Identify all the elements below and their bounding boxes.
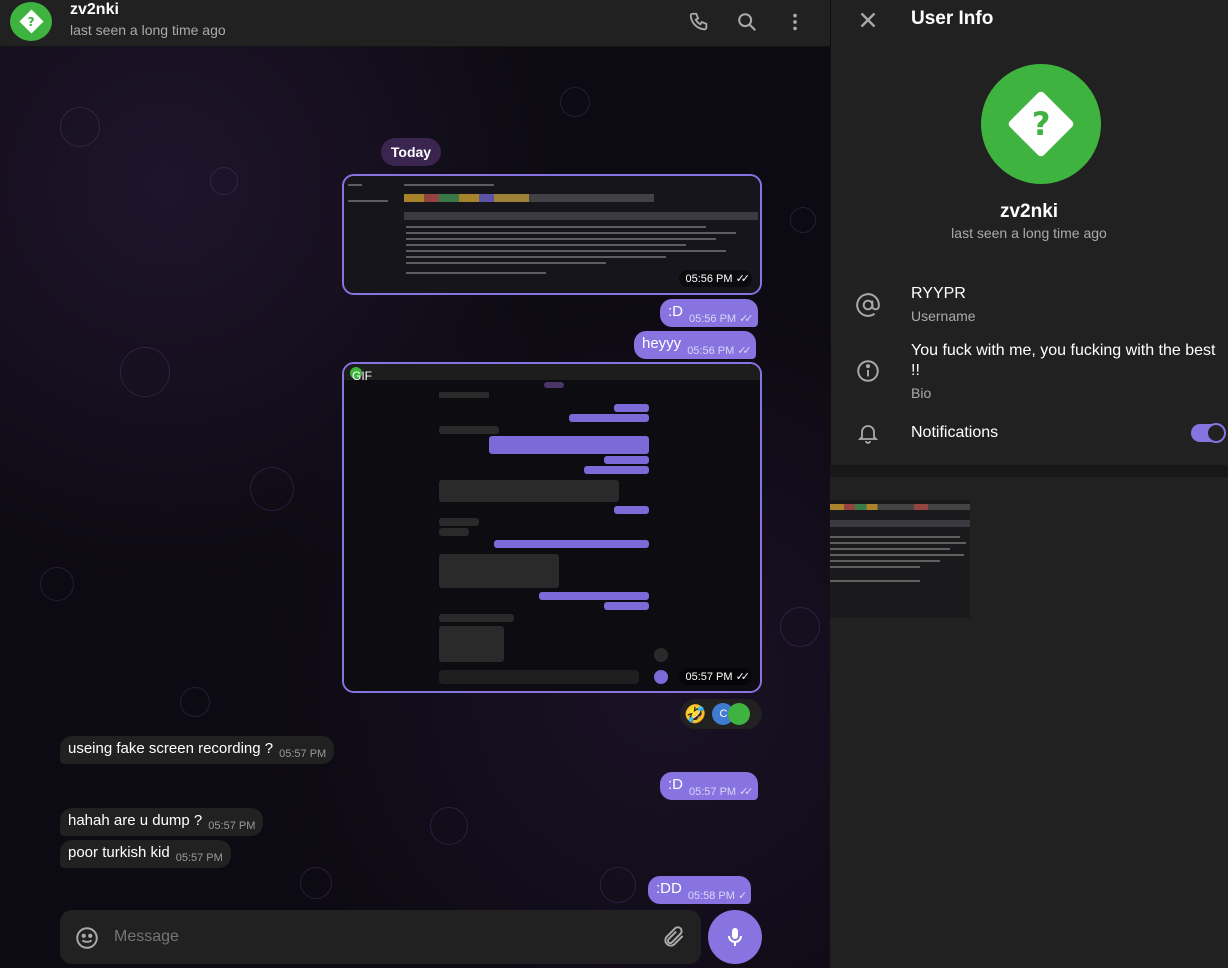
username-row[interactable]: RYYPR Username xyxy=(830,280,1228,330)
notifications-label: Notifications xyxy=(911,424,999,441)
message-bubble-in[interactable]: hahah are u dump ? 05:57 PM xyxy=(60,808,264,836)
search-icon[interactable] xyxy=(734,9,760,35)
chat-header[interactable]: ? zv2nki last seen a long time ago xyxy=(0,0,830,47)
chat-column: ? zv2nki last seen a long time ago Today xyxy=(0,0,830,968)
message-time: 05:57 PM xyxy=(208,820,256,832)
image-message[interactable]: 05:56 PM ✓✓ xyxy=(342,174,762,295)
emoji-icon[interactable] xyxy=(74,925,100,951)
message-time: 05:57 PM ✓✓ xyxy=(679,668,752,685)
gif-preview: GIF xyxy=(344,364,760,691)
message-text: heyyy xyxy=(642,335,682,352)
avatar-glyph: ? xyxy=(27,14,35,29)
voice-record-button[interactable] xyxy=(708,910,762,964)
panel-title: User Info xyxy=(911,8,994,29)
message-text: hahah are u dump ? xyxy=(68,812,203,829)
profile-avatar[interactable]: ? xyxy=(981,64,1101,184)
more-menu-icon[interactable] xyxy=(782,9,808,35)
reactor-avatar-2 xyxy=(728,703,751,725)
message-bubble-in[interactable]: poor turkish kid 05:57 PM xyxy=(60,840,231,868)
info-icon xyxy=(855,358,881,384)
message-time: 05:56 PM ✓✓ xyxy=(687,345,752,357)
profile-status: last seen a long time ago xyxy=(951,225,1107,241)
section-divider xyxy=(830,465,1228,477)
message-bubble-out[interactable]: :D 05:57 PM ✓✓ xyxy=(660,772,758,800)
gif-label: GIF xyxy=(352,369,372,383)
bio-row[interactable]: You fuck with me, you fucking with the b… xyxy=(830,338,1228,404)
message-time: 05:56 PM ✓✓ xyxy=(679,270,752,287)
peer-status: last seen a long time ago xyxy=(70,22,226,38)
username-label: Username xyxy=(911,308,976,324)
notifications-row[interactable]: Notifications xyxy=(830,418,1228,450)
message-input[interactable] xyxy=(114,922,644,952)
notifications-toggle[interactable] xyxy=(1191,423,1226,443)
rofl-emoji-icon: 🤣 xyxy=(684,703,707,725)
username-value: RYYPR xyxy=(911,285,966,302)
profile-name: zv2nki xyxy=(999,201,1059,222)
message-composer xyxy=(60,910,701,964)
message-time: 05:57 PM xyxy=(175,852,223,864)
bio-label: Bio xyxy=(911,385,932,401)
message-text: :DD xyxy=(656,880,682,897)
gif-message[interactable]: GIF 05:57 PM ✓✓ xyxy=(342,362,762,693)
message-text: :D xyxy=(668,303,683,320)
avatar-glyph: ? xyxy=(1031,105,1051,143)
microphone-icon xyxy=(728,928,742,946)
message-time: 05:57 PM xyxy=(279,748,327,760)
reaction-chip[interactable]: 🤣 C xyxy=(680,699,762,729)
toggle-knob xyxy=(1206,423,1226,443)
peer-avatar[interactable]: ? xyxy=(10,2,52,41)
shared-media-panel xyxy=(830,477,1228,968)
message-time: 05:58 PM ✓ xyxy=(687,890,747,902)
phone-icon[interactable] xyxy=(686,9,712,35)
bell-icon xyxy=(855,420,881,446)
message-bubble-out[interactable]: :D 05:56 PM ✓✓ xyxy=(660,299,758,327)
bio-value: You fuck with me, you fucking with the b… xyxy=(911,342,1216,379)
message-bubble-out[interactable]: :DD 05:58 PM ✓ xyxy=(648,876,752,904)
message-bubble-in[interactable]: useing fake screen recording ? 05:57 PM xyxy=(60,736,335,764)
telegram-window: ? zv2nki last seen a long time ago Today xyxy=(0,0,1228,968)
peer-name[interactable]: zv2nki xyxy=(70,1,119,19)
close-icon[interactable] xyxy=(855,7,881,33)
date-separator: Today xyxy=(381,138,441,166)
message-text: poor turkish kid xyxy=(68,844,170,861)
at-sign-icon xyxy=(855,292,881,318)
shared-media-thumbnail[interactable] xyxy=(830,500,970,618)
message-text: useing fake screen recording ? xyxy=(68,740,274,757)
message-time: 05:57 PM ✓✓ xyxy=(689,786,754,798)
message-text: :D xyxy=(668,776,683,793)
message-bubble-out[interactable]: heyyy 05:56 PM ✓✓ xyxy=(634,331,756,359)
attach-icon[interactable] xyxy=(661,924,687,950)
message-time: 05:56 PM ✓✓ xyxy=(689,313,754,325)
